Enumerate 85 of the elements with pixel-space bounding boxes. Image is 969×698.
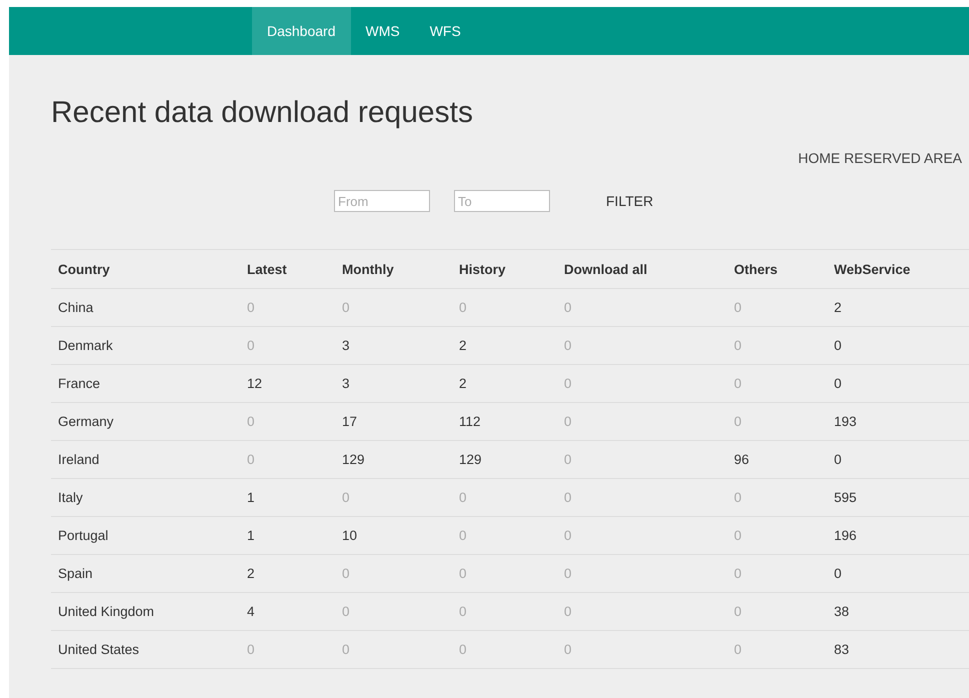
- table-cell: 0: [727, 402, 827, 440]
- table-cell: 129: [335, 440, 452, 478]
- table-cell: 0: [335, 478, 452, 516]
- table-cell: 0: [240, 440, 335, 478]
- table-cell: 193: [827, 402, 969, 440]
- column-header: Latest: [240, 250, 335, 288]
- table-cell: 0: [240, 630, 335, 668]
- table-cell: 0: [335, 592, 452, 630]
- reserved-area-link[interactable]: HOME RESERVED AREA: [798, 150, 962, 166]
- table-cell: 38: [827, 592, 969, 630]
- table-cell: 2: [452, 326, 557, 364]
- table-cell: 0: [727, 326, 827, 364]
- table-cell: 0: [557, 402, 727, 440]
- table-cell: 0: [557, 478, 727, 516]
- table-cell: 0: [240, 326, 335, 364]
- table-cell: 83: [827, 630, 969, 668]
- table-cell: 0: [727, 516, 827, 554]
- table-cell: 0: [557, 554, 727, 592]
- table-cell: 0: [557, 630, 727, 668]
- table-cell: 0: [557, 440, 727, 478]
- table-cell: 0: [240, 288, 335, 326]
- table-cell: 0: [452, 478, 557, 516]
- table-cell: 4: [240, 592, 335, 630]
- table-cell: 0: [727, 554, 827, 592]
- table-cell: 0: [335, 630, 452, 668]
- table-cell: Denmark: [51, 326, 240, 364]
- table-cell: 10: [335, 516, 452, 554]
- table-cell: 0: [727, 630, 827, 668]
- table-cell: 0: [727, 478, 827, 516]
- table-cell: 0: [452, 554, 557, 592]
- filter-button[interactable]: FILTER: [606, 193, 654, 209]
- column-header: WebService: [827, 250, 969, 288]
- table-cell: 0: [827, 364, 969, 402]
- table-cell: 12: [240, 364, 335, 402]
- table-cell: 2: [827, 288, 969, 326]
- table-cell: 0: [452, 288, 557, 326]
- table-cell: United States: [51, 630, 240, 668]
- table-cell: 3: [335, 364, 452, 402]
- table-cell: 17: [335, 402, 452, 440]
- table-cell: Italy: [51, 478, 240, 516]
- table-cell: 0: [827, 440, 969, 478]
- column-header: Country: [51, 250, 240, 288]
- table-cell: Spain: [51, 554, 240, 592]
- table-cell: 0: [557, 592, 727, 630]
- table-cell: 112: [452, 402, 557, 440]
- table-cell: 0: [557, 364, 727, 402]
- column-header: History: [452, 250, 557, 288]
- table-cell: 1: [240, 516, 335, 554]
- column-header: Others: [727, 250, 827, 288]
- to-date-field[interactable]: To: [454, 190, 550, 212]
- table-cell: 129: [452, 440, 557, 478]
- table-cell: 0: [727, 364, 827, 402]
- table-cell: Ireland: [51, 440, 240, 478]
- table-cell: 0: [827, 554, 969, 592]
- table-cell: 0: [240, 402, 335, 440]
- table-cell: United Kingdom: [51, 592, 240, 630]
- page-title: Recent data download requests: [51, 95, 474, 131]
- nav-tab[interactable]: WMS: [350, 7, 415, 55]
- table-cell: 0: [727, 288, 827, 326]
- nav-tab[interactable]: Dashboard: [252, 7, 350, 55]
- table-cell: 0: [452, 630, 557, 668]
- table-cell: 0: [557, 516, 727, 554]
- table-cell: 1: [240, 478, 335, 516]
- table-cell: 0: [452, 592, 557, 630]
- table-cell: 0: [335, 554, 452, 592]
- table-cell: 2: [240, 554, 335, 592]
- nav-tab[interactable]: WFS: [414, 7, 476, 55]
- table-cell: 2: [452, 364, 557, 402]
- from-date-field[interactable]: From: [334, 190, 430, 212]
- table-cell: 0: [557, 288, 727, 326]
- table-cell: Portugal: [51, 516, 240, 554]
- table-cell: 0: [335, 288, 452, 326]
- table-cell: 196: [827, 516, 969, 554]
- table-cell: 3: [335, 326, 452, 364]
- table-cell: 0: [827, 326, 969, 364]
- table-cell: Germany: [51, 402, 240, 440]
- table-cell: China: [51, 288, 240, 326]
- table-cell: France: [51, 364, 240, 402]
- table-cell: 0: [557, 326, 727, 364]
- table-cell: 595: [827, 478, 969, 516]
- column-header: Monthly: [335, 250, 452, 288]
- table-cell: 96: [727, 440, 827, 478]
- table-cell: 0: [452, 516, 557, 554]
- column-header: Download all: [557, 250, 727, 288]
- table-cell: 0: [727, 592, 827, 630]
